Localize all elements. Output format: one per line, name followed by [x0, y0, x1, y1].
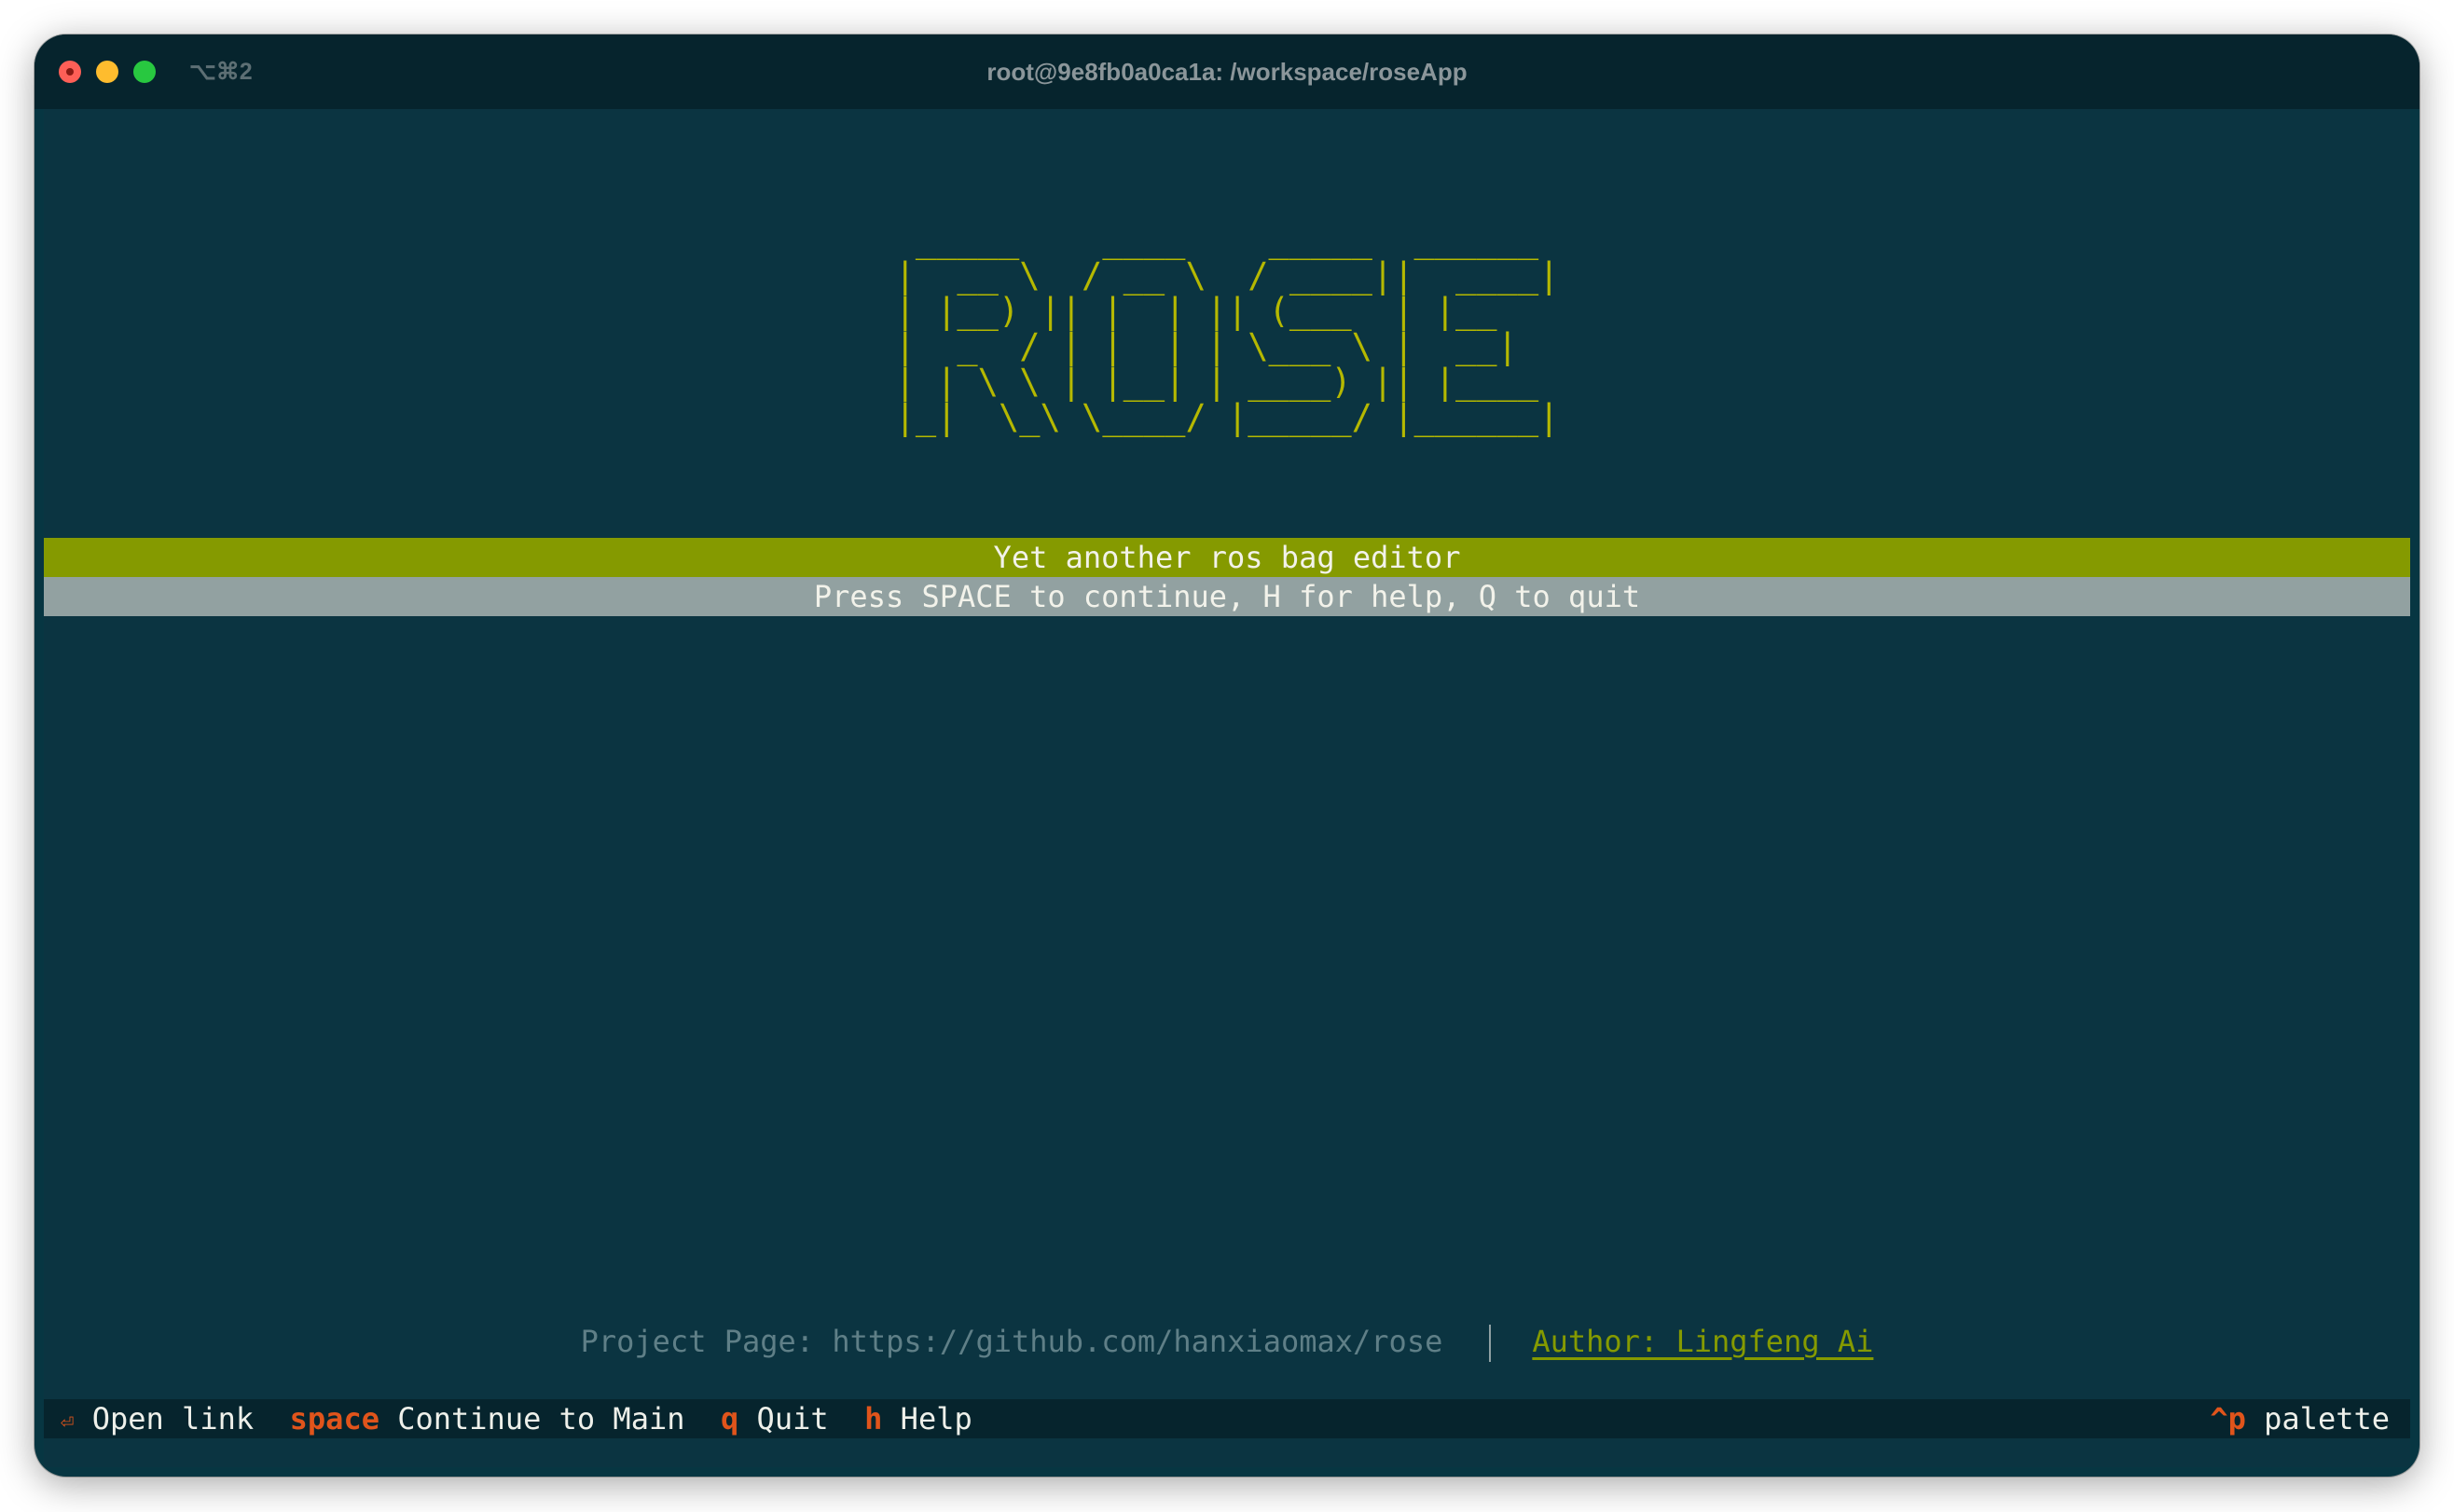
key-bindings-bar: ⏎ Open link space Continue to Main q Qui… — [44, 1399, 2410, 1438]
space-key: space — [289, 1401, 379, 1436]
quit-binding[interactable]: q Quit — [721, 1401, 829, 1436]
continue-label: Continue to Main — [397, 1401, 685, 1436]
key-bindings-left: ⏎ Open link space Continue to Main q Qui… — [61, 1399, 972, 1441]
tagline-banner: Yet another ros bag editor — [44, 538, 2410, 577]
rose-ascii-logo: _____ ____ _____ ______ | __ \ / __ \ / … — [44, 223, 2410, 435]
help-label: Help — [900, 1401, 972, 1436]
continue-prompt-banner: Press SPACE to continue, H for help, Q t… — [44, 577, 2410, 616]
author-link[interactable]: Author: Lingfeng_Ai — [1532, 1324, 1873, 1359]
enter-key-icon: ⏎ — [61, 1409, 75, 1435]
terminal-content: _____ ____ _____ ______ | __ \ / __ \ / … — [44, 109, 2410, 1467]
footer-info: Project Page: https://github.com/hanxiao… — [44, 1321, 2410, 1362]
quit-label: Quit — [756, 1401, 829, 1436]
h-key: h — [864, 1401, 883, 1436]
terminal-bottom-strip — [44, 1438, 2410, 1467]
palette-binding[interactable]: ^p palette — [2210, 1399, 2390, 1438]
open-link-binding[interactable]: ⏎ Open link — [61, 1401, 254, 1436]
help-binding[interactable]: h Help — [864, 1401, 972, 1436]
continue-binding[interactable]: space Continue to Main — [290, 1401, 685, 1436]
terminal-window: ⌥⌘2 root@9e8fb0a0ca1a: /workspace/roseAp… — [34, 34, 2420, 1477]
window-title: root@9e8fb0a0ca1a: /workspace/roseApp — [986, 58, 1468, 86]
ctrl-p-key: ^p — [2210, 1401, 2246, 1436]
q-key: q — [721, 1401, 739, 1436]
title-bar: ⌥⌘2 root@9e8fb0a0ca1a: /workspace/roseAp… — [34, 34, 2420, 109]
open-link-label: Open link — [91, 1401, 255, 1436]
ascii-logo-text: _____ ____ _____ ______ | __ \ / __ \ / … — [894, 220, 1560, 437]
palette-label: palette — [2264, 1401, 2390, 1436]
footer-divider — [1489, 1325, 1492, 1362]
project-page-link[interactable]: Project Page: https://github.com/hanxiao… — [581, 1324, 1443, 1359]
